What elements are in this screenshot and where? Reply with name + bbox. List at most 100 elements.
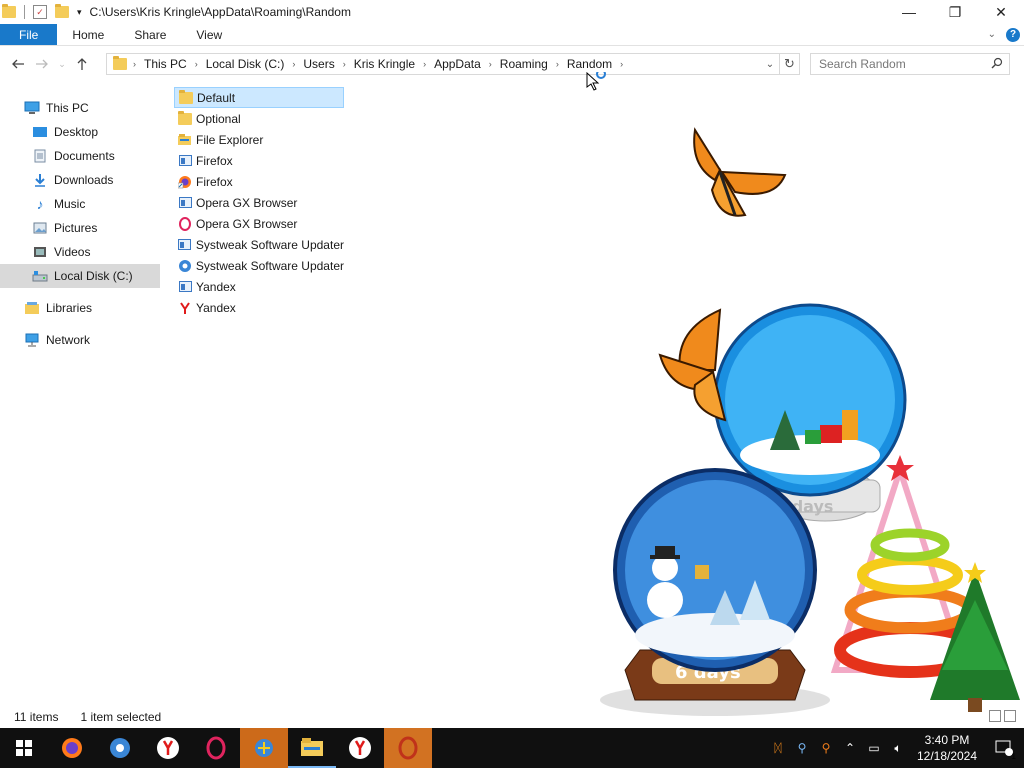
forward-button[interactable] <box>30 52 54 76</box>
list-item[interactable]: Opera GX Browser <box>174 192 344 213</box>
breadcrumb-local-disk[interactable]: Local Disk (C:) <box>200 57 291 71</box>
taskbar-yandex[interactable] <box>144 728 192 768</box>
list-item[interactable]: Opera GX Browser <box>174 213 344 234</box>
taskbar-opera-gx[interactable] <box>192 728 240 768</box>
network-icon[interactable]: ▭ <box>862 728 886 768</box>
file-name: File Explorer <box>196 132 264 147</box>
libraries-icon <box>24 301 40 315</box>
yandex-icon <box>177 301 193 315</box>
item-count: 11 items <box>14 710 59 724</box>
firefox-icon <box>177 175 193 189</box>
chevron-right-icon[interactable]: › <box>421 59 428 69</box>
clock-date: 12/18/2024 <box>916 749 978 763</box>
expand-ribbon-icon[interactable]: ⌄ <box>988 29 996 40</box>
nav-item-local-disk[interactable]: Local Disk (C:) <box>0 264 160 288</box>
start-button[interactable] <box>0 728 48 768</box>
taskbar-yandex-2[interactable] <box>336 728 384 768</box>
chevron-right-icon[interactable]: › <box>290 59 297 69</box>
taskbar-opera-gx-2[interactable] <box>384 728 432 768</box>
chevron-right-icon[interactable]: › <box>341 59 348 69</box>
chevron-right-icon[interactable]: › <box>193 59 200 69</box>
address-bar[interactable]: › This PC › Local Disk (C:) › Users › Kr… <box>106 53 780 75</box>
list-item[interactable]: Default <box>174 87 344 108</box>
list-item[interactable]: Optional <box>174 108 344 129</box>
back-button[interactable] <box>6 52 30 76</box>
list-item[interactable]: File Explorer <box>174 129 344 150</box>
maximize-button[interactable]: ❐ <box>932 0 978 24</box>
nav-item-videos[interactable]: Videos <box>0 240 160 264</box>
tab-file[interactable]: File <box>0 24 58 45</box>
search-tray-icon[interactable]: ⚲ <box>814 728 838 768</box>
network-users-icon[interactable]: ⚲ <box>790 728 814 768</box>
search-icon <box>991 57 1003 69</box>
file-name: Yandex <box>196 279 236 294</box>
tab-view[interactable]: View <box>181 24 237 45</box>
address-dropdown-icon[interactable]: ⌄ <box>761 59 779 70</box>
new-folder-icon[interactable] <box>55 4 69 18</box>
back-arrow-icon <box>12 59 24 69</box>
file-name: Firefox <box>196 174 233 189</box>
large-icons-view-icon[interactable] <box>1004 710 1016 722</box>
nav-item-desktop[interactable]: Desktop <box>0 120 160 144</box>
up-button[interactable] <box>70 52 94 76</box>
tab-home[interactable]: Home <box>57 24 119 45</box>
opera-gx-icon <box>206 736 226 760</box>
chevron-right-icon[interactable]: › <box>131 59 138 69</box>
taskbar-file-explorer[interactable] <box>288 728 336 768</box>
customize-toolbar-icon[interactable]: ▾ <box>77 7 82 18</box>
nav-label: Documents <box>54 149 115 163</box>
nav-item-downloads[interactable]: Downloads <box>0 168 160 192</box>
breadcrumb-this-pc[interactable]: This PC <box>138 57 193 71</box>
taskbar-firefox[interactable] <box>48 728 96 768</box>
nav-item-music[interactable]: ♪ Music <box>0 192 160 216</box>
recent-locations-button[interactable]: ⌄ <box>54 52 70 76</box>
nav-item-libraries[interactable]: Libraries <box>0 296 160 320</box>
clock[interactable]: 3:40 PM 12/18/2024 <box>910 732 984 764</box>
title-bar: ✓ ▾ C:\Users\Kris Kringle\AppData\Roamin… <box>0 0 1024 24</box>
minimize-button[interactable]: — <box>886 0 932 24</box>
nav-label: Music <box>54 197 86 211</box>
file-name: Optional <box>196 111 241 126</box>
details-view-icon[interactable] <box>989 710 1001 722</box>
breadcrumb-users[interactable]: Users <box>297 57 340 71</box>
nav-item-documents[interactable]: Documents <box>0 144 160 168</box>
list-item[interactable]: Yandex <box>174 297 344 318</box>
volume-muted-icon[interactable]: 🔈︎ <box>886 728 910 768</box>
list-item[interactable]: Firefox <box>174 150 344 171</box>
refresh-button[interactable]: ↻ <box>780 53 800 75</box>
action-center-button[interactable]: 1 <box>984 728 1024 768</box>
search-placeholder: Search Random <box>819 57 906 71</box>
list-item[interactable]: Systweak Software Updater <box>174 255 344 276</box>
yandex-icon <box>349 737 371 759</box>
videos-icon <box>32 245 48 259</box>
nav-item-network[interactable]: Network <box>0 328 160 352</box>
properties-icon[interactable]: ✓ <box>33 5 47 19</box>
chevron-right-icon[interactable]: › <box>554 59 561 69</box>
desktop-wallpaper-image: 6 days 6 days <box>600 127 1020 716</box>
tab-share[interactable]: Share <box>119 24 181 45</box>
taskbar-systweak[interactable] <box>96 728 144 768</box>
taskbar-app[interactable] <box>240 728 288 768</box>
systweak-icon <box>177 259 193 273</box>
help-icon[interactable]: ? <box>1006 27 1020 42</box>
nav-label: Libraries <box>46 301 93 315</box>
nav-item-pictures[interactable]: Pictures <box>0 216 160 240</box>
nav-item-this-pc[interactable]: This PC <box>0 96 160 120</box>
nav-label: Local Disk (C:) <box>54 269 133 283</box>
breadcrumb-appdata[interactable]: AppData <box>428 57 487 71</box>
close-button[interactable]: ✕ <box>978 0 1024 24</box>
list-item[interactable]: Yandex <box>174 276 344 297</box>
status-bar: 11 items 1 item selected <box>0 706 1024 728</box>
list-item[interactable]: Systweak Software Updater <box>174 234 344 255</box>
show-hidden-icons-icon[interactable]: ⌃ <box>838 728 862 768</box>
file-name: Opera GX Browser <box>196 195 298 210</box>
app-icon <box>255 739 273 757</box>
breadcrumb-kris-kringle[interactable]: Kris Kringle <box>348 57 421 71</box>
breadcrumb-random[interactable]: Random <box>561 57 618 71</box>
search-input[interactable]: Search Random <box>810 53 1010 75</box>
list-item[interactable]: Firefox <box>174 171 344 192</box>
breadcrumb-roaming[interactable]: Roaming <box>494 57 554 71</box>
chevron-right-icon[interactable]: › <box>487 59 494 69</box>
butterfly-tray-icon[interactable]: ᛞ <box>766 728 790 768</box>
chevron-right-icon[interactable]: › <box>618 59 625 69</box>
